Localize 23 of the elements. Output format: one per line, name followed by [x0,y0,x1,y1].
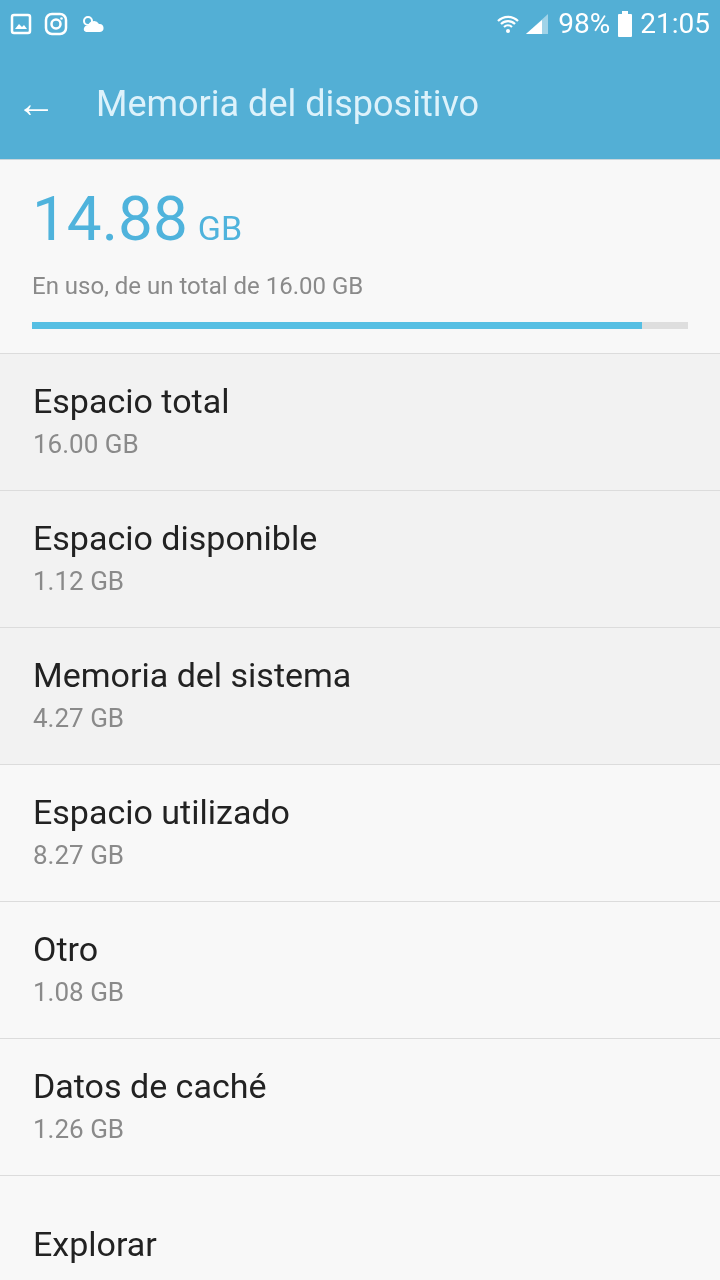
item-title: Espacio utilizado [33,791,291,834]
signal-icon [524,12,551,36]
clock: 21:05 [640,6,710,42]
used-storage-unit: GB [197,211,243,245]
battery-icon [618,11,633,37]
item-title: Espacio disponible [33,517,319,560]
gallery-icon [10,13,32,35]
used-storage-value: 14.88 [32,188,188,250]
item-value: 8.27 GB [33,838,126,872]
item-title: Espacio total [33,380,231,423]
item-value: 16.00 GB [33,427,140,461]
item-title: Explorar [33,1222,158,1266]
storage-caption: En uso, de un total de 16.00 GB [32,271,365,302]
camera-icon [44,12,68,36]
item-title: Datos de caché [33,1065,268,1108]
item-title: Memoria del sistema [33,654,353,697]
item-value: 1.08 GB [33,975,126,1009]
item-value: 4.27 GB [33,701,126,735]
screen-title: Memoria del dispositivo [96,81,480,127]
battery-percentage: 98% [558,6,611,42]
item-value: 1.26 GB [33,1112,126,1146]
item-title: Otro [33,928,100,971]
item-value: 1.12 GB [33,564,126,598]
